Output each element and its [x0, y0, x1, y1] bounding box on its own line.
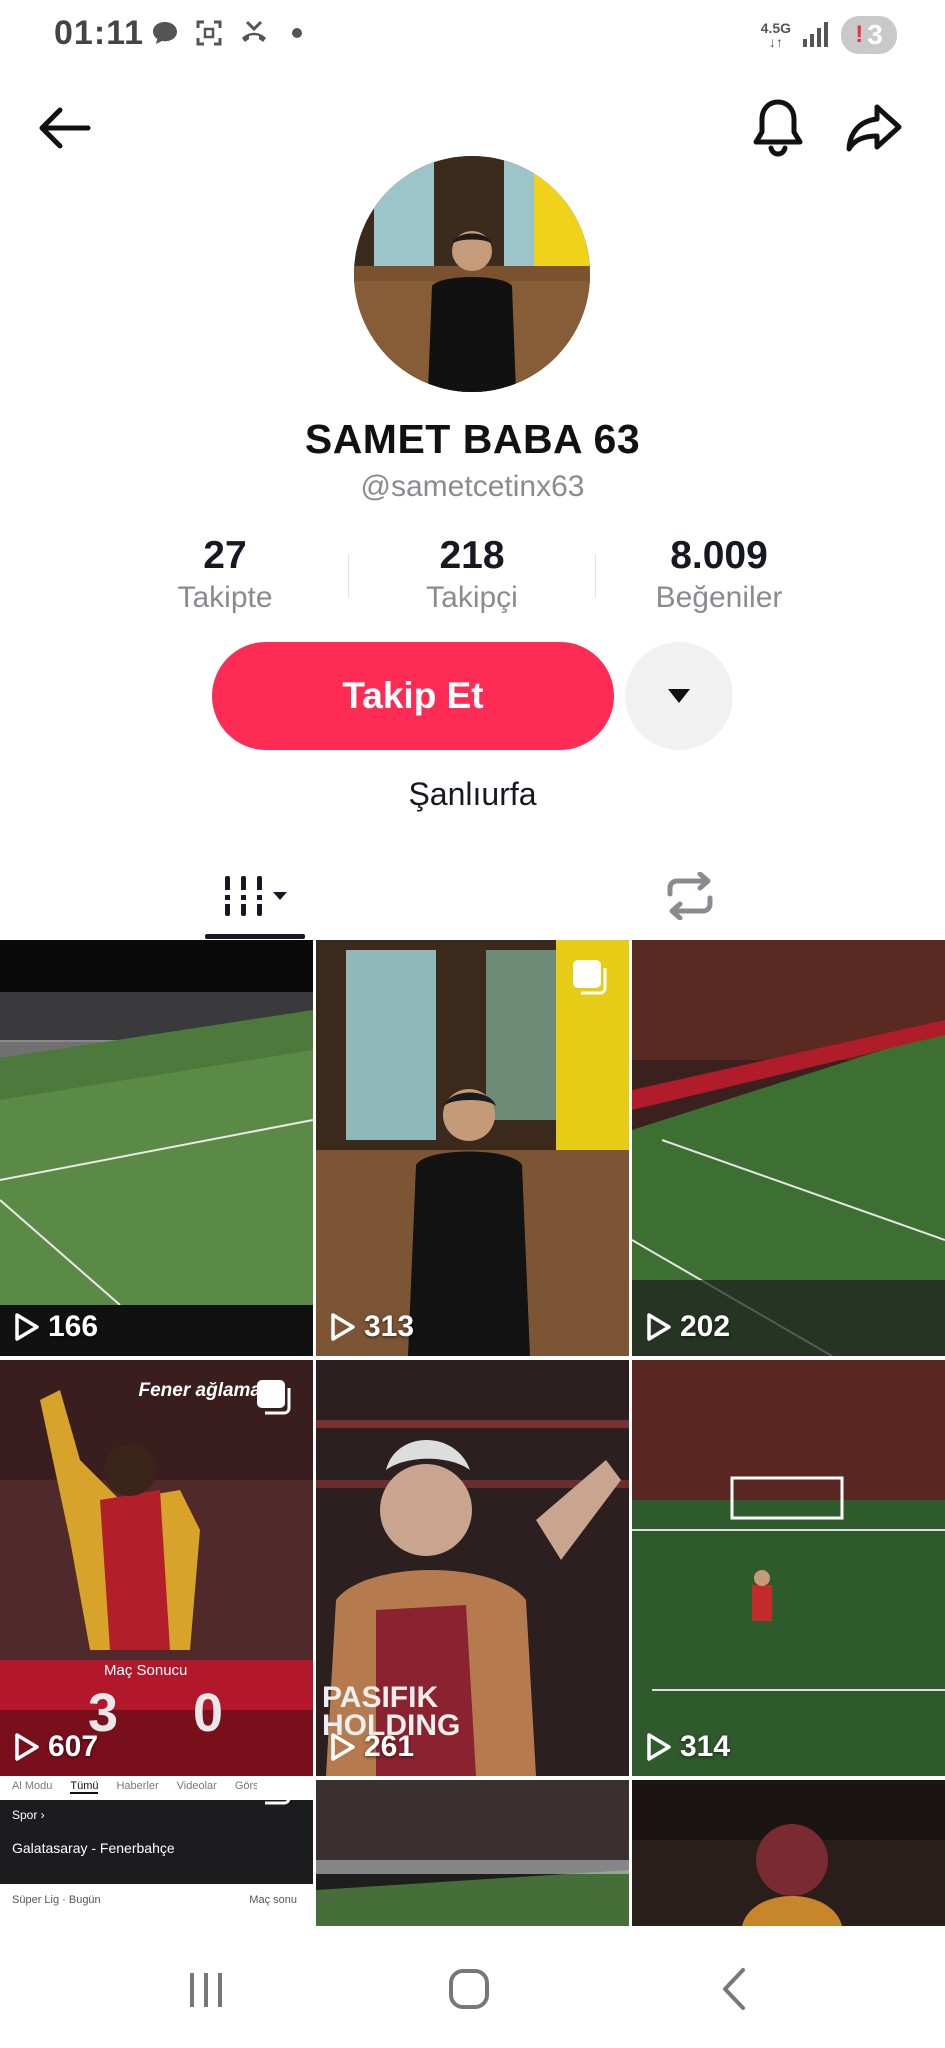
active-tab-indicator — [205, 934, 305, 939]
network-type: 4.5G ↓↑ — [760, 20, 791, 50]
share-button[interactable] — [842, 96, 906, 160]
notification-button[interactable] — [746, 96, 810, 160]
view-count: 314 — [646, 1730, 730, 1764]
match-card-footer: Süper Lig · Bugün Maç sonu — [12, 1894, 297, 1906]
stat-divider — [348, 554, 349, 598]
video-thumbnail[interactable]: Fener ağlama Maç Sonucu 3 0 607 — [0, 1360, 313, 1776]
stat-divider — [595, 554, 596, 598]
view-count: 261 — [330, 1730, 414, 1764]
system-indicators: 4.5G ↓↑ ! 3 — [761, 16, 897, 54]
tab-videos[interactable] — [205, 852, 305, 940]
suggested-accounts-button[interactable] — [625, 642, 733, 750]
display-name: SAMET BABA 63 — [304, 416, 641, 462]
home-button[interactable] — [437, 1962, 501, 2016]
share-icon — [846, 104, 902, 152]
multi-photo-icon — [257, 1380, 291, 1415]
multi-photo-icon — [573, 960, 607, 995]
stat-followers[interactable]: 218 Takipçi — [362, 532, 582, 616]
chevron-down-icon — [668, 689, 690, 703]
match-card-preview: Spor › Galatasaray - Fenerbahçe — [0, 1800, 313, 1884]
profile-stats: 27 Takipte 218 Takipçi 8.009 Beğeniler — [0, 532, 945, 622]
battery-indicator: ! 3 — [841, 16, 897, 54]
status-time: 01:11 — [54, 14, 145, 52]
video-thumbnail[interactable]: Al Modu Tümü Haberler Videolar Görseller… — [0, 1780, 313, 1926]
back-button[interactable] — [32, 96, 96, 160]
play-icon — [15, 1313, 39, 1341]
view-count: 313 — [330, 1310, 414, 1344]
video-thumbnail[interactable] — [316, 1780, 629, 1926]
status-dot — [292, 28, 302, 38]
stat-likes[interactable]: 8.009 Beğeniler — [609, 532, 829, 616]
system-navigation-bar — [0, 1926, 945, 2048]
video-thumbnail[interactable]: 166 — [0, 940, 313, 1356]
back-chevron-icon — [723, 1968, 745, 2010]
play-icon — [331, 1733, 355, 1761]
video-thumbnail[interactable] — [632, 1780, 945, 1926]
video-thumbnail[interactable]: 314 — [632, 1360, 945, 1776]
overlay-caption: Fener ağlama — [138, 1380, 262, 1401]
video-thumbnail[interactable]: 202 — [632, 940, 945, 1356]
username: @sametcetinx63 — [360, 470, 585, 503]
chat-bubble-icon — [153, 22, 177, 44]
back-arrow-icon — [39, 107, 91, 149]
screenshot-icon — [196, 20, 222, 46]
play-icon — [15, 1733, 39, 1761]
missed-call-icon — [242, 20, 266, 42]
home-icon — [449, 1969, 489, 2009]
video-thumbnail[interactable]: PASIFIK HOLDING 261 — [316, 1360, 629, 1776]
status-bar: 01:11 4.5G ↓↑ ! 3 — [0, 0, 945, 72]
score-title: Maç Sonucu — [104, 1662, 188, 1679]
play-icon — [647, 1313, 671, 1341]
system-back-button[interactable] — [702, 1962, 766, 2016]
recent-apps-button[interactable] — [174, 1962, 238, 2016]
profile-avatar[interactable] — [354, 156, 590, 392]
tab-reposts[interactable] — [640, 852, 740, 940]
stat-following[interactable]: 27 Takipte — [115, 532, 335, 616]
play-icon — [647, 1733, 671, 1761]
view-count: 607 — [14, 1730, 98, 1764]
signal-icon — [803, 22, 828, 47]
video-thumbnail[interactable]: 313 — [316, 940, 629, 1356]
play-icon — [331, 1313, 355, 1341]
recent-apps-icon — [190, 1973, 222, 2007]
bell-icon — [753, 99, 803, 157]
view-count: 202 — [646, 1310, 730, 1344]
bio-location: Şanlıurfa — [408, 776, 537, 812]
follow-button[interactable]: Takip Et — [212, 642, 614, 750]
score: 3 0 — [88, 1683, 254, 1743]
repost-icon — [667, 872, 713, 920]
grid-icon — [223, 876, 287, 916]
multi-photo-icon — [257, 1780, 291, 1805]
notification-icons — [150, 18, 302, 48]
view-count: 166 — [14, 1310, 98, 1344]
